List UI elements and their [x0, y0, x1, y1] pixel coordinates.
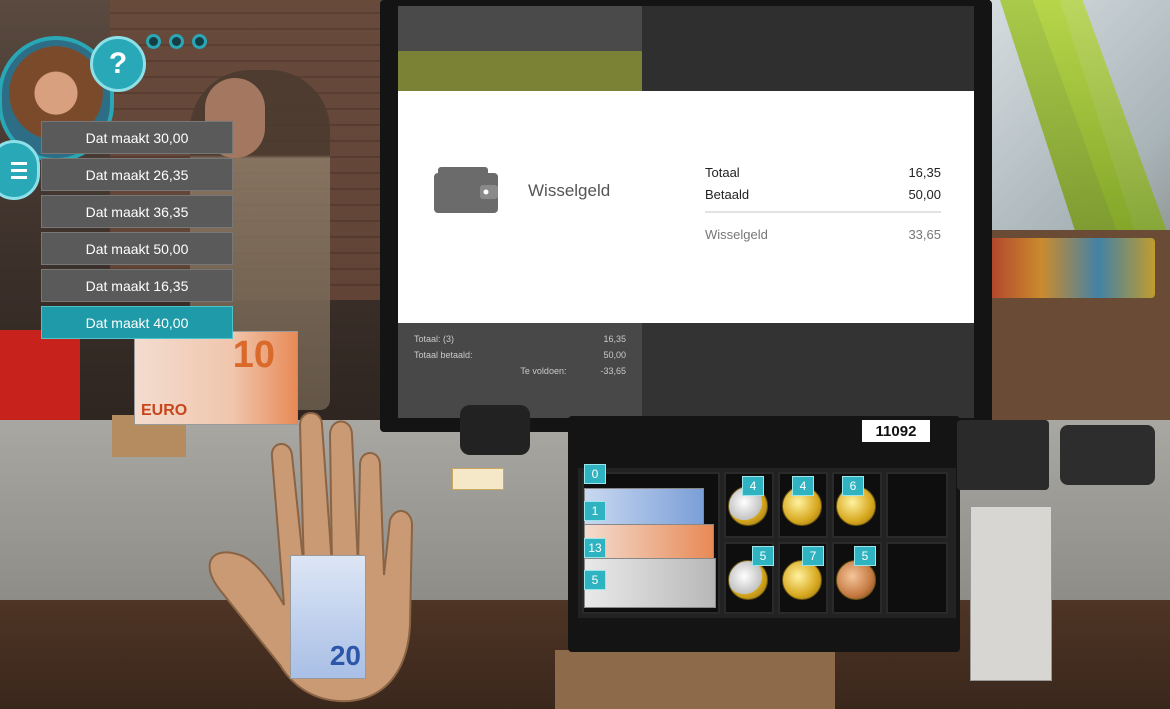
option-3[interactable]: Dat maakt 50,00: [41, 232, 233, 265]
game-scene: Wisselgeld Totaal 16,35 Betaald 50,00 Wi…: [0, 0, 1170, 709]
empty-slot-2[interactable]: [886, 542, 948, 614]
option-1[interactable]: Dat maakt 26,35: [41, 158, 233, 191]
bottom-paid-value: 50,00: [603, 350, 626, 360]
popup-title: Wisselgeld: [528, 181, 611, 200]
screen-customer-panel: [398, 51, 642, 93]
wallet-icon: [434, 167, 498, 213]
card-terminal-slot: [970, 506, 1052, 681]
option-5[interactable]: Dat maakt 40,00: [41, 306, 233, 339]
badge-slot-0: 0: [584, 464, 606, 484]
clothing-shelf: [975, 230, 1170, 430]
badge-coin-2: 4: [742, 476, 764, 496]
menu-icon: [11, 175, 27, 179]
paid-label: Betaald: [705, 186, 750, 202]
screen-product-area: [642, 6, 974, 93]
held-bill-denomination: 20: [329, 640, 361, 671]
bottom-due-value: -33,65: [600, 366, 626, 376]
register-number: 11092: [862, 420, 930, 442]
telephone: [1060, 425, 1155, 485]
coin-20-cent[interactable]: [782, 560, 822, 600]
summary-change-row: Wisselgeld 33,65: [705, 223, 941, 245]
change-popup: Wisselgeld Totaal 16,35 Betaald 50,00 Wi…: [398, 91, 974, 323]
summary-paid-row: Betaald 50,00: [705, 183, 941, 205]
total-label: Totaal: [705, 164, 740, 180]
bottom-total-row: Totaal: (3) 16,35: [398, 331, 642, 347]
bottom-due-label: Te voldoen:: [520, 366, 567, 376]
held-bill-20[interactable]: 20: [290, 555, 366, 679]
badge-coin-050: 4: [792, 476, 814, 496]
empty-slot[interactable]: [886, 472, 948, 538]
option-2[interactable]: Dat maakt 36,35: [41, 195, 233, 228]
badge-coin-005: 5: [854, 546, 876, 566]
progress-dot: [192, 34, 207, 49]
badge-bill-10: 13: [584, 538, 606, 558]
badge-bill-5: 5: [584, 570, 606, 590]
screen-bottom-right: [642, 323, 974, 418]
shopping-bag: [0, 330, 80, 430]
receipt-printer: [957, 420, 1049, 490]
screen-totals: Totaal: (3) 16,35 Totaal betaald: 50,00 …: [398, 323, 642, 418]
option-0[interactable]: Dat maakt 30,00: [41, 121, 233, 154]
bottom-due-row: Te voldoen: -33,65: [398, 363, 642, 379]
bill-10-text: EURO: [141, 402, 188, 419]
badge-coin-010: 6: [842, 476, 864, 496]
summary-divider: [705, 211, 941, 213]
coin-5-cent[interactable]: [836, 560, 876, 600]
change-value: 33,65: [908, 226, 941, 242]
badge-bill-20: 1: [584, 501, 606, 521]
progress-dots: [146, 34, 207, 49]
register-screen: Wisselgeld Totaal 16,35 Betaald 50,00 Wi…: [398, 6, 974, 418]
coin-1-euro[interactable]: [728, 560, 768, 600]
loyalty-card[interactable]: [452, 468, 504, 490]
change-label: Wisselgeld: [705, 226, 768, 242]
shelf-items: [985, 238, 1155, 298]
bottom-paid-label: Totaal betaald:: [414, 350, 473, 360]
paid-value: 50,00: [908, 186, 941, 202]
bottom-paid-row: Totaal betaald: 50,00: [398, 347, 642, 363]
progress-dot: [169, 34, 184, 49]
badge-coin-020: 7: [802, 546, 824, 566]
change-summary: Totaal 16,35 Betaald 50,00 Wisselgeld 33…: [705, 161, 941, 245]
barcode-scanner[interactable]: [460, 405, 530, 455]
drawer-tray: [578, 468, 956, 618]
help-button[interactable]: ?: [90, 36, 146, 92]
basket: [555, 650, 835, 709]
menu-icon: [11, 168, 27, 172]
bottom-total-label: Totaal: (3): [414, 334, 455, 344]
menu-icon: [11, 161, 27, 165]
response-options: Dat maakt 30,00 Dat maakt 26,35 Dat maak…: [41, 121, 233, 343]
option-4[interactable]: Dat maakt 16,35: [41, 269, 233, 302]
badge-coin-1: 5: [752, 546, 774, 566]
bill-10-denomination: 10: [232, 334, 275, 376]
bottom-total-value: 16,35: [603, 334, 626, 344]
total-value: 16,35: [908, 164, 941, 180]
summary-total-row: Totaal 16,35: [705, 161, 941, 183]
progress-dot: [146, 34, 161, 49]
